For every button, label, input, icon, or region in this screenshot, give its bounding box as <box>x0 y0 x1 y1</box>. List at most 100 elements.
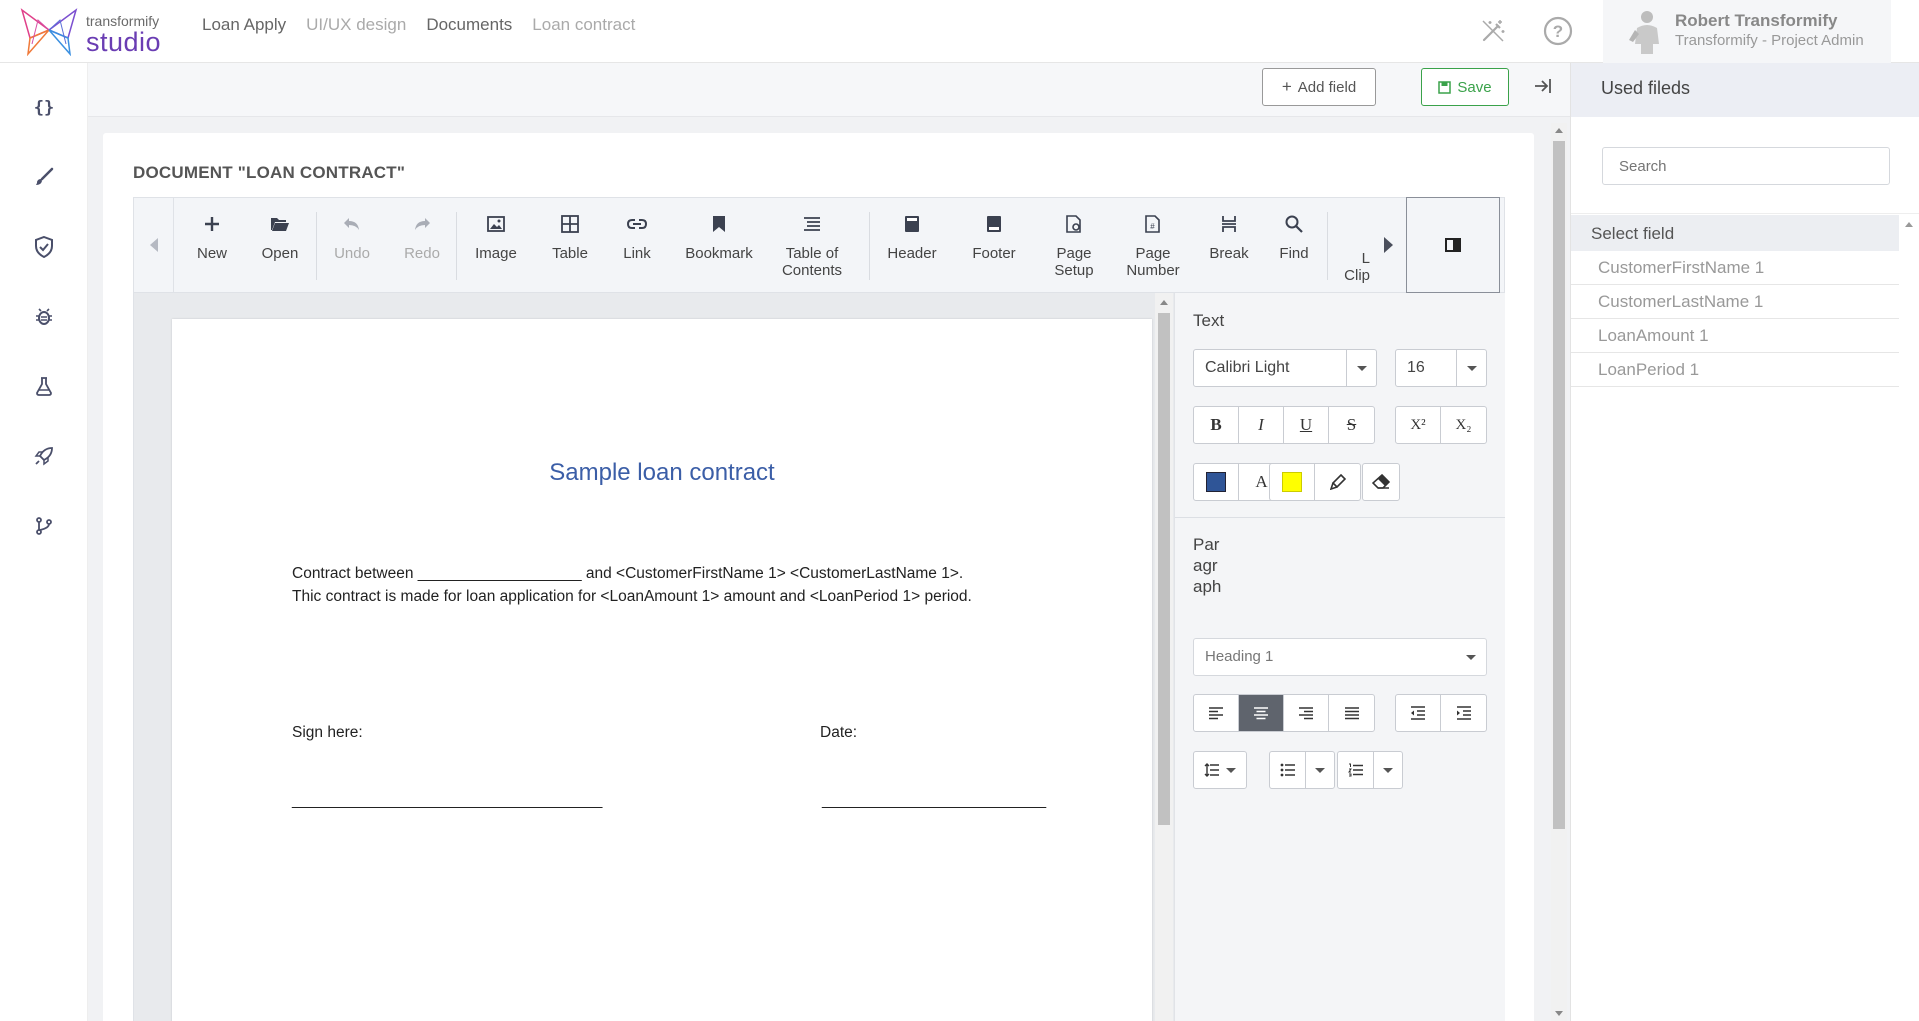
clear-formatting-button[interactable] <box>1363 464 1399 500</box>
ribbon-image-button[interactable]: Image <box>459 198 533 292</box>
align-right-icon <box>1299 707 1313 720</box>
scrollbar-thumb[interactable] <box>1553 141 1565 829</box>
ribbon-toc-button[interactable]: Table of Contents <box>764 198 860 292</box>
ribbon-footer-button[interactable]: Footer <box>953 198 1035 292</box>
italic-icon: I <box>1258 415 1264 434</box>
color-swatch-blue <box>1206 472 1226 492</box>
ribbon-find-button[interactable]: Find <box>1263 198 1325 292</box>
numbered-list-dropdown <box>1337 751 1403 789</box>
line-spacing-button[interactable] <box>1194 752 1246 788</box>
ribbon-header-button[interactable]: Header <box>871 198 953 292</box>
add-field-button[interactable]: + Add field <box>1262 68 1376 106</box>
save-button[interactable]: Save <box>1421 68 1509 106</box>
bullet-list-icon <box>1280 763 1295 777</box>
properties-panel: Text Calibri Light 16 B I U S X² X₂ A Pa… <box>1174 293 1505 1021</box>
ribbon-redo-button[interactable]: Redo <box>387 198 457 292</box>
strikethrough-icon: S <box>1346 415 1357 434</box>
font-color-swatch[interactable] <box>1194 464 1239 500</box>
ribbon-table-label: Table <box>552 245 588 262</box>
increase-indent-button[interactable] <box>1441 695 1486 731</box>
numbered-list-options-button[interactable] <box>1374 752 1402 788</box>
document-line-1: Contract between ___________________ and… <box>292 565 964 582</box>
main-scrollbar[interactable] <box>1551 123 1567 1021</box>
align-center-button[interactable] <box>1239 695 1284 731</box>
line-spacing-dropdown[interactable] <box>1193 751 1247 789</box>
left-sidebar: {} <box>0 63 88 1021</box>
align-justify-button[interactable] <box>1329 695 1374 731</box>
paragraph-style-value: Heading 1 <box>1205 648 1274 665</box>
ribbon-scroll-right-button[interactable] <box>1371 198 1405 292</box>
logo[interactable]: transformify studio <box>18 8 178 57</box>
align-justify-icon <box>1344 707 1359 720</box>
chevron-left-icon <box>149 238 158 252</box>
ribbon-break-button[interactable]: Break <box>1193 198 1265 292</box>
bullet-list-dropdown <box>1269 751 1335 789</box>
git-branch-icon[interactable] <box>29 511 59 541</box>
document-card: DOCUMENT "LOAN CONTRACT" New Open Undo R… <box>103 133 1534 1021</box>
strikethrough-button[interactable]: S <box>1329 407 1374 443</box>
underline-button[interactable]: U <box>1284 407 1329 443</box>
flask-icon[interactable] <box>29 371 59 401</box>
superscript-button[interactable]: X² <box>1396 407 1441 443</box>
bug-icon[interactable] <box>29 302 59 332</box>
breadcrumb-uiux-design[interactable]: UI/UX design <box>306 15 406 35</box>
paragraph-style-select[interactable]: Heading 1 <box>1193 638 1487 676</box>
ribbon-open-button[interactable]: Open <box>245 198 315 292</box>
list-item[interactable]: CustomerFirstName 1 <box>1571 251 1899 285</box>
toggle-properties-panel-button[interactable] <box>1406 197 1500 293</box>
font-family-select[interactable]: Calibri Light <box>1193 349 1377 387</box>
magic-wand-icon[interactable] <box>1478 16 1508 46</box>
scrollbar-thumb[interactable] <box>1158 313 1170 825</box>
list-item[interactable]: LoanPeriod 1 <box>1571 353 1899 387</box>
script-buttons: X² X₂ <box>1395 406 1487 444</box>
plus-icon <box>200 212 224 236</box>
action-bar: + Add field Save <box>88 63 1570 117</box>
rocket-icon[interactable] <box>29 441 59 471</box>
ribbon-scroll-left-button[interactable] <box>134 198 174 292</box>
bullet-list-options-button[interactable] <box>1306 752 1334 788</box>
ribbon-bookmark-button[interactable]: Bookmark <box>671 198 767 292</box>
breadcrumb-loan-contract[interactable]: Loan contract <box>532 15 635 35</box>
subscript-button[interactable]: X₂ <box>1441 407 1486 443</box>
ribbon-undo-button[interactable]: Undo <box>317 198 387 292</box>
code-braces-icon[interactable]: {} <box>29 93 59 123</box>
shield-check-icon[interactable] <box>29 232 59 262</box>
ribbon-table-button[interactable]: Table <box>533 198 607 292</box>
align-right-button[interactable] <box>1284 695 1329 731</box>
italic-button[interactable]: I <box>1239 407 1284 443</box>
collapse-panel-icon[interactable] <box>1532 75 1554 97</box>
font-size-select[interactable]: 16 <box>1395 349 1487 387</box>
ribbon-page-setup-button[interactable]: Page Setup <box>1035 198 1113 292</box>
ribbon-link-button[interactable]: Link <box>605 198 669 292</box>
list-item[interactable]: LoanAmount 1 <box>1571 319 1899 353</box>
search-input[interactable] <box>1602 147 1890 185</box>
help-icon[interactable]: ? <box>1543 16 1573 46</box>
brush-icon[interactable] <box>29 162 59 192</box>
ribbon-new-button[interactable]: New <box>177 198 247 292</box>
chevron-down-icon <box>1383 767 1393 773</box>
outdent-icon <box>1411 706 1425 720</box>
redo-icon <box>410 212 434 236</box>
numbered-list-button[interactable] <box>1338 752 1374 788</box>
user-menu[interactable]: Robert Transformify Transformify - Proje… <box>1603 0 1891 63</box>
bullet-list-button[interactable] <box>1270 752 1306 788</box>
breadcrumb-loan-apply[interactable]: Loan Apply <box>202 15 286 35</box>
used-fields-title: Used fileds <box>1601 78 1691 98</box>
list-item[interactable]: CustomerLastName 1 <box>1571 285 1899 319</box>
bold-button[interactable]: B <box>1194 407 1239 443</box>
highlight-color-swatch[interactable] <box>1270 464 1315 500</box>
numbered-list-icon <box>1347 763 1363 777</box>
ribbon-separator <box>456 212 457 280</box>
bookmark-icon <box>707 212 731 236</box>
decrease-indent-button[interactable] <box>1396 695 1441 731</box>
highlight-button[interactable] <box>1315 464 1360 500</box>
date-line: __________________________ <box>822 792 1047 809</box>
ribbon-page-number-button[interactable]: # Page Number <box>1113 198 1193 292</box>
document-page[interactable]: Sample loan contract Contract between __… <box>172 319 1152 1021</box>
field-list-scrollbar[interactable] <box>1899 215 1919 1021</box>
breadcrumb-documents[interactable]: Documents <box>426 15 512 35</box>
app-root: transformify studio Loan Apply UI/UX des… <box>0 0 1919 1021</box>
align-left-button[interactable] <box>1194 695 1239 731</box>
ribbon-clip-button[interactable]: L Clip <box>1330 198 1370 292</box>
document-scrollbar[interactable] <box>1155 293 1173 1021</box>
